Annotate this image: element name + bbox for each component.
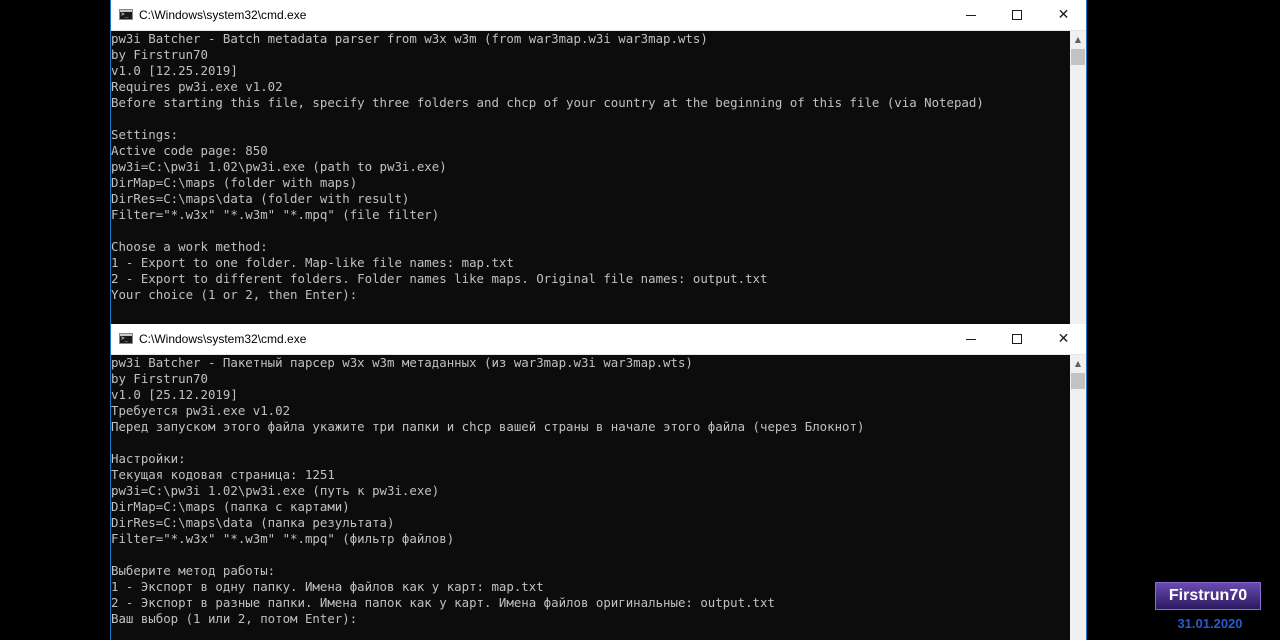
- console-line: Filter="*.w3x" "*.w3m" "*.mpq" (file fil…: [111, 207, 440, 222]
- minimize-icon: [966, 15, 976, 16]
- console-line: Перед запуском этого файла укажите три п…: [111, 419, 865, 434]
- date-stamp: 31.01.2020: [1177, 616, 1243, 631]
- console-output[interactable]: pw3i Batcher - Batch metadata parser fro…: [111, 31, 1070, 324]
- console-line: Active code page: 850: [111, 143, 268, 158]
- title-bar[interactable]: C:\Windows\system32\cmd.exe ✕: [111, 0, 1086, 31]
- console-line: 2 - Экспорт в разные папки. Имена папок …: [111, 595, 775, 610]
- minimize-button[interactable]: [948, 324, 994, 355]
- maximize-icon: [1012, 334, 1022, 344]
- close-icon: ✕: [1057, 7, 1070, 23]
- console-line: pw3i=C:\pw3i 1.02\pw3i.exe (путь к pw3i.…: [111, 483, 440, 498]
- title-bar[interactable]: C:\Windows\system32\cmd.exe ✕: [111, 324, 1086, 355]
- author-watermark: Firstrun70: [1155, 582, 1261, 610]
- console-line: pw3i Batcher - Batch metadata parser fro…: [111, 31, 708, 46]
- scroll-up-arrow-icon[interactable]: ▲: [1070, 31, 1086, 48]
- cmd-icon: [119, 9, 133, 20]
- console-line: by Firstrun70: [111, 47, 208, 62]
- vertical-scrollbar[interactable]: ▲: [1070, 355, 1086, 640]
- console-line: Текущая кодовая страница: 1251: [111, 467, 335, 482]
- console-line: v1.0 [25.12.2019]: [111, 387, 238, 402]
- console-line: Настройки:: [111, 451, 186, 466]
- console-line: Filter="*.w3x" "*.w3m" "*.mpq" (фильтр ф…: [111, 531, 455, 546]
- window-title: C:\Windows\system32\cmd.exe: [139, 8, 307, 22]
- console-line: Requires pw3i.exe v1.02: [111, 79, 283, 94]
- console-line: Требуется pw3i.exe v1.02: [111, 403, 291, 418]
- maximize-button[interactable]: [994, 0, 1040, 31]
- cmd-window-russian[interactable]: C:\Windows\system32\cmd.exe ✕ pw3i Batch…: [110, 324, 1087, 640]
- console-line: DirRes=C:\maps\data (папка результата): [111, 515, 395, 530]
- console-line: pw3i=C:\pw3i 1.02\pw3i.exe (path to pw3i…: [111, 159, 447, 174]
- console-line: DirMap=C:\maps (folder with maps): [111, 175, 358, 190]
- window-title: C:\Windows\system32\cmd.exe: [139, 332, 307, 346]
- scroll-thumb[interactable]: [1071, 49, 1085, 65]
- minimize-button[interactable]: [948, 0, 994, 31]
- console-line: DirMap=C:\maps (папка с картами): [111, 499, 350, 514]
- console-line: 1 - Export to one folder. Map-like file …: [111, 255, 514, 270]
- console-line: DirRes=C:\maps\data (folder with result): [111, 191, 410, 206]
- close-button[interactable]: ✕: [1040, 0, 1086, 31]
- console-line: by Firstrun70: [111, 371, 208, 386]
- console-line: Settings:: [111, 127, 179, 142]
- console-line: 2 - Export to different folders. Folder …: [111, 271, 768, 286]
- close-button[interactable]: ✕: [1040, 324, 1086, 355]
- minimize-icon: [966, 339, 976, 340]
- vertical-scrollbar[interactable]: ▲: [1070, 31, 1086, 324]
- close-icon: ✕: [1057, 331, 1070, 347]
- console-line: pw3i Batcher - Пакетный парсер w3x w3m м…: [111, 355, 693, 370]
- cmd-window-english[interactable]: C:\Windows\system32\cmd.exe ✕ pw3i Batch…: [110, 0, 1087, 324]
- console-line: v1.0 [12.25.2019]: [111, 63, 238, 78]
- console-output[interactable]: pw3i Batcher - Пакетный парсер w3x w3m м…: [111, 355, 1070, 640]
- console-prompt[interactable]: Ваш выбор (1 или 2, потом Enter):: [111, 611, 1070, 627]
- console-prompt[interactable]: Your choice (1 or 2, then Enter):: [111, 287, 1070, 303]
- maximize-icon: [1012, 10, 1022, 20]
- console-line: Before starting this file, specify three…: [111, 95, 984, 110]
- console-line: Choose a work method:: [111, 239, 268, 254]
- scroll-thumb[interactable]: [1071, 373, 1085, 389]
- cmd-icon: [119, 333, 133, 344]
- scroll-up-arrow-icon[interactable]: ▲: [1070, 355, 1086, 372]
- console-line: Выберите метод работы:: [111, 563, 276, 578]
- maximize-button[interactable]: [994, 324, 1040, 355]
- console-line: 1 - Экспорт в одну папку. Имена файлов к…: [111, 579, 544, 594]
